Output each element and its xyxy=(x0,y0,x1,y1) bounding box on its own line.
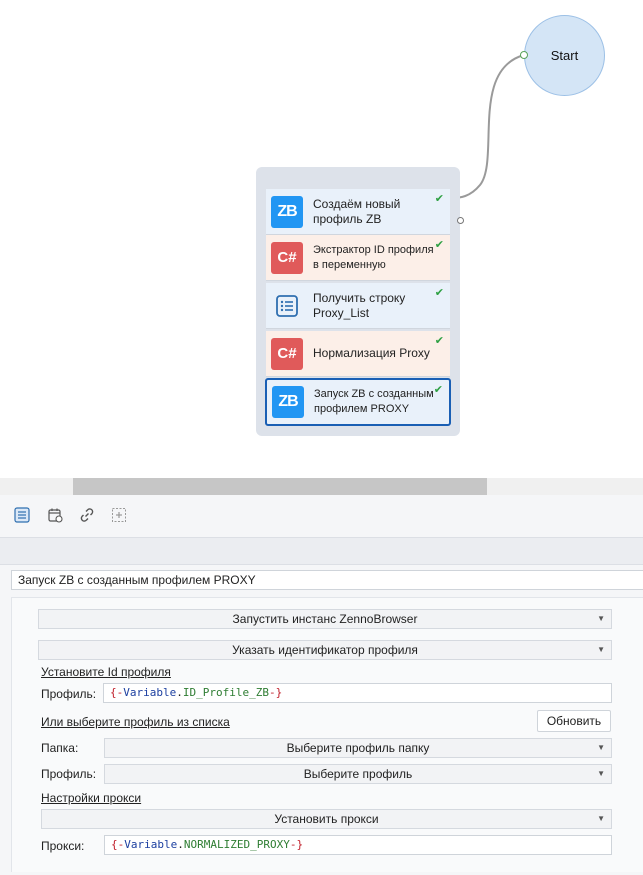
block-label: в переменную xyxy=(313,258,386,271)
choose-profile-link[interactable]: Или выберите профиль из списка xyxy=(41,715,230,729)
chevron-down-icon: ▼ xyxy=(597,645,605,654)
block-label: Экстрактор ID профиля xyxy=(313,243,434,256)
calendar-settings-icon[interactable] xyxy=(45,505,65,525)
properties-panel: Запуск ZB с созданным профилем PROXY Зап… xyxy=(0,495,643,875)
action-group[interactable]: ZB Создаём новый профиль ZB ✔ C# Экстрак… xyxy=(256,167,464,436)
profile-mode-value: Указать идентификатор профиля xyxy=(232,643,418,657)
block-label: Получить строку xyxy=(313,290,406,305)
action-select-value: Запустить инстанс ZennoBrowser xyxy=(232,612,418,626)
panel-header-band xyxy=(0,537,643,565)
start-label: Start xyxy=(550,48,579,63)
variable-name: ID_Profile_ZB xyxy=(182,686,269,699)
properties-tab-icon[interactable] xyxy=(12,505,32,525)
zennobrowser-icon: ZB xyxy=(272,386,304,418)
proxy-settings-link[interactable]: Настройки прокси xyxy=(41,791,141,805)
list-icon xyxy=(271,290,303,322)
block-extract-profile-id[interactable]: C# Экстрактор ID профиля в переменную ✔ xyxy=(266,235,450,281)
start-node[interactable]: Start xyxy=(524,15,605,96)
folder-select-value: Выберите профиль папку xyxy=(286,741,430,755)
start-output-port[interactable] xyxy=(520,51,528,59)
variable-open: {- xyxy=(110,686,124,699)
folder-label: Папка: xyxy=(41,741,79,755)
profile-list-label: Профиль: xyxy=(41,767,97,781)
success-check-icon: ✔ xyxy=(434,287,444,299)
zennobrowser-icon: ZB xyxy=(271,195,303,228)
action-settings: Запустить инстанс ZennoBrowser ▼ Указать… xyxy=(11,597,643,872)
add-element-icon[interactable] xyxy=(109,505,129,525)
block-label: профилем PROXY xyxy=(314,403,410,415)
refresh-button[interactable]: Обновить xyxy=(537,710,611,732)
proxy-input[interactable]: {-Variable.NORMALIZED_PROXY-} xyxy=(104,835,612,855)
csharp-icon: C# xyxy=(271,337,303,370)
variable-open: {- xyxy=(111,838,125,851)
block-label: Запуск ZB с созданным xyxy=(314,388,434,400)
csharp-icon: C# xyxy=(271,241,303,274)
chevron-down-icon: ▼ xyxy=(597,743,605,752)
proxy-mode-value: Установить прокси xyxy=(274,812,379,826)
block-name-input[interactable]: Запуск ZB с созданным профилем PROXY xyxy=(11,570,643,590)
block-normalize-proxy[interactable]: C# Нормализация Proxy ✔ xyxy=(266,331,450,377)
block-create-profile[interactable]: ZB Создаём новый профиль ZB ✔ xyxy=(266,189,464,235)
chevron-down-icon: ▼ xyxy=(597,769,605,778)
variable-close: -} xyxy=(289,838,304,851)
block-label: профиль ZB xyxy=(313,211,382,226)
scrollbar-thumb[interactable] xyxy=(73,478,487,495)
proxy-mode-select[interactable]: Установить прокси ▼ xyxy=(41,809,612,829)
variable-dot: . xyxy=(177,838,184,851)
set-profile-id-link[interactable]: Установите Id профиля xyxy=(41,665,171,679)
block-label: Нормализация Proxy xyxy=(313,346,430,360)
success-check-icon: ✔ xyxy=(434,335,444,347)
variable-name: NORMALIZED_PROXY xyxy=(183,838,290,851)
chevron-down-icon: ▼ xyxy=(597,614,605,623)
block-label: Создаём новый xyxy=(313,196,401,211)
link-icon[interactable] xyxy=(77,505,97,525)
profile-select[interactable]: Выберите профиль ▼ xyxy=(104,764,612,784)
canvas-horizontal-scrollbar[interactable] xyxy=(0,478,643,495)
chevron-down-icon: ▼ xyxy=(597,814,605,823)
profile-select-value: Выберите профиль xyxy=(303,767,413,781)
profile-id-input[interactable]: {-Variable.ID_Profile_ZB-} xyxy=(103,683,612,703)
variable-close: -} xyxy=(268,686,283,699)
block-label: Proxy_List xyxy=(313,305,370,320)
action-select[interactable]: Запустить инстанс ZennoBrowser ▼ xyxy=(38,609,612,629)
success-check-icon: ✔ xyxy=(434,239,444,251)
variable-keyword: Variable xyxy=(124,838,178,851)
block-get-proxy-line[interactable]: Получить строку Proxy_List ✔ xyxy=(266,283,450,329)
block-input-port[interactable] xyxy=(457,217,464,224)
profile-mode-select[interactable]: Указать идентификатор профиля ▼ xyxy=(38,640,612,660)
panel-toolbar xyxy=(0,495,643,535)
success-check-icon: ✔ xyxy=(433,384,443,396)
block-launch-zb-proxy[interactable]: ZB Запуск ZB с созданным профилем PROXY … xyxy=(265,378,451,426)
variable-keyword: Variable xyxy=(123,686,177,699)
folder-select[interactable]: Выберите профиль папку ▼ xyxy=(104,738,612,758)
variable-dot: . xyxy=(176,686,183,699)
profile-label: Профиль: xyxy=(41,687,97,701)
success-check-icon: ✔ xyxy=(434,193,444,205)
project-canvas[interactable]: Start ZB Создаём новый профиль ZB ✔ C# Э… xyxy=(0,0,643,478)
proxy-label: Прокси: xyxy=(41,839,85,853)
